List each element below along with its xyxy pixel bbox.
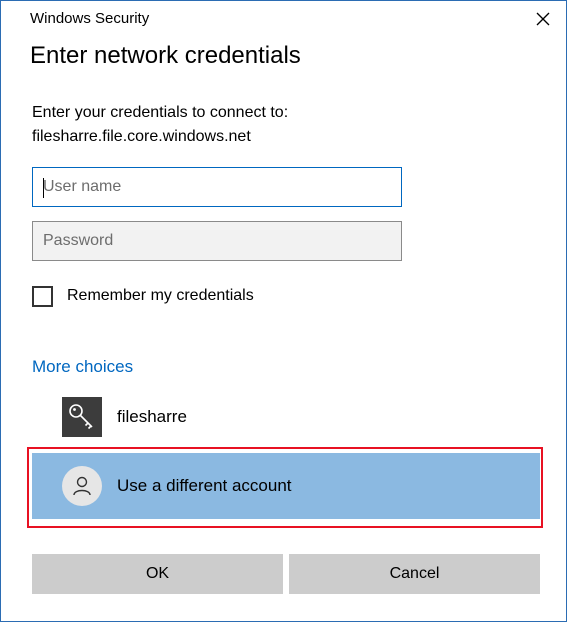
remember-credentials-label: Remember my credentials xyxy=(67,287,254,304)
dialog-heading: Enter network credentials xyxy=(30,42,301,69)
close-button[interactable] xyxy=(528,5,558,33)
cancel-button[interactable]: Cancel xyxy=(289,554,540,594)
title-bar: Windows Security xyxy=(1,1,566,35)
connect-prompt: Enter your credentials to connect to: fi… xyxy=(32,101,288,149)
remember-credentials-row[interactable]: Remember my credentials xyxy=(32,283,254,309)
account-option-different[interactable]: Use a different account xyxy=(32,453,540,519)
account-option-saved[interactable]: filesharre xyxy=(32,384,540,450)
close-icon xyxy=(536,12,550,26)
password-input[interactable] xyxy=(32,221,402,261)
key-icon xyxy=(62,397,102,437)
prompt-text: Enter your credentials to connect to: xyxy=(32,104,289,121)
credentials-dialog: Windows Security Enter network credentia… xyxy=(0,0,567,622)
remember-credentials-checkbox[interactable] xyxy=(32,285,53,307)
account-option-label: filesharre xyxy=(117,407,187,426)
more-choices-link[interactable]: More choices xyxy=(32,357,133,377)
user-icon xyxy=(62,466,102,506)
server-name: filesharre.file.core.windows.net xyxy=(32,128,251,145)
username-input[interactable] xyxy=(32,167,402,207)
window-title: Windows Security xyxy=(30,10,150,27)
text-caret xyxy=(43,178,44,198)
ok-button[interactable]: OK xyxy=(32,554,283,594)
account-option-label: Use a different account xyxy=(117,476,292,495)
